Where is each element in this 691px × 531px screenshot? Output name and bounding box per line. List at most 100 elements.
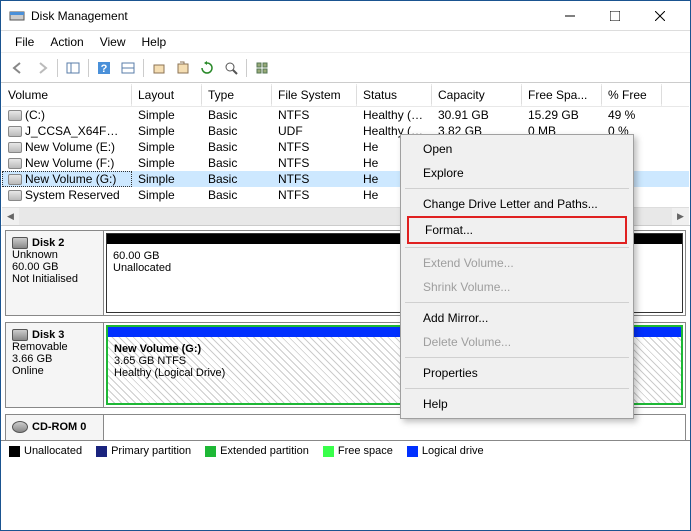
window-title: Disk Management bbox=[31, 9, 547, 23]
cell-type: Basic bbox=[202, 155, 272, 171]
cell-free: 15.29 GB bbox=[522, 107, 602, 123]
cell-layout: Simple bbox=[132, 139, 202, 155]
maximize-button[interactable] bbox=[592, 2, 637, 30]
scroll-right-icon[interactable]: ▶ bbox=[672, 208, 689, 225]
cell-fs: NTFS bbox=[272, 107, 357, 123]
cell-fs: NTFS bbox=[272, 187, 357, 203]
col-filesystem[interactable]: File System bbox=[272, 84, 357, 106]
close-button[interactable] bbox=[637, 2, 682, 30]
cell-type: Basic bbox=[202, 107, 272, 123]
cell-capacity: 30.91 GB bbox=[432, 107, 522, 123]
volume-row[interactable]: (C:) SimpleBasicNTFSHealthy (B...30.91 GB… bbox=[2, 107, 689, 123]
disk-state: Unknown bbox=[12, 249, 97, 261]
volume-name: (C:) bbox=[25, 108, 45, 122]
cell-type: Basic bbox=[202, 171, 272, 187]
menu-help[interactable]: Help bbox=[134, 33, 175, 51]
disk-state: Removable bbox=[12, 341, 97, 353]
ctx-format[interactable]: Format... bbox=[409, 218, 625, 242]
disk-icon bbox=[12, 329, 28, 341]
action2-icon[interactable] bbox=[172, 57, 194, 79]
ctx-open[interactable]: Open bbox=[403, 137, 631, 161]
cell-layout: Simple bbox=[132, 155, 202, 171]
legend-swatch-primary bbox=[96, 446, 107, 457]
title-bar: Disk Management bbox=[1, 1, 690, 31]
minimize-button[interactable] bbox=[547, 2, 592, 30]
ctx-delete-volume: Delete Volume... bbox=[403, 330, 631, 354]
action4-icon[interactable] bbox=[251, 57, 273, 79]
ctx-separator bbox=[405, 388, 629, 389]
cell-layout: Simple bbox=[132, 171, 202, 187]
drive-icon bbox=[8, 110, 22, 121]
disk-online: Online bbox=[12, 365, 97, 377]
show-hide-icon[interactable] bbox=[62, 57, 84, 79]
cell-type: Basic bbox=[202, 123, 272, 139]
col-status[interactable]: Status bbox=[357, 84, 432, 106]
cell-layout: Simple bbox=[132, 107, 202, 123]
toolbar-separator bbox=[246, 59, 247, 77]
cell-fs: NTFS bbox=[272, 155, 357, 171]
col-pctfree[interactable]: % Free bbox=[602, 84, 662, 106]
ctx-add-mirror[interactable]: Add Mirror... bbox=[403, 306, 631, 330]
ctx-explore[interactable]: Explore bbox=[403, 161, 631, 185]
action1-icon[interactable] bbox=[148, 57, 170, 79]
action3-icon[interactable] bbox=[220, 57, 242, 79]
col-freespace[interactable]: Free Spa... bbox=[522, 84, 602, 106]
drive-icon bbox=[8, 190, 22, 201]
disk-name: Disk 2 bbox=[32, 237, 64, 249]
context-menu: Open Explore Change Drive Letter and Pat… bbox=[400, 134, 634, 419]
col-capacity[interactable]: Capacity bbox=[432, 84, 522, 106]
menu-file[interactable]: File bbox=[7, 33, 42, 51]
volume-name: New Volume (F:) bbox=[25, 156, 114, 170]
format-highlight: Format... bbox=[407, 216, 627, 244]
forward-button[interactable] bbox=[31, 57, 53, 79]
menu-bar: File Action View Help bbox=[1, 31, 690, 53]
disk-label: Disk 3 Removable 3.66 GB Online bbox=[6, 323, 104, 407]
legend-label: Free space bbox=[338, 445, 393, 457]
legend-swatch-logical bbox=[407, 446, 418, 457]
help-icon[interactable]: ? bbox=[93, 57, 115, 79]
disk-label: CD-ROM 0 bbox=[6, 415, 104, 440]
volume-name: System Reserved bbox=[25, 188, 120, 202]
disk-size: 3.66 GB bbox=[12, 353, 97, 365]
toolbar-separator bbox=[57, 59, 58, 77]
ctx-properties[interactable]: Properties bbox=[403, 361, 631, 385]
cell-fs: NTFS bbox=[272, 171, 357, 187]
disk-init: Not Initialised bbox=[12, 273, 97, 285]
volume-name: New Volume (G:) bbox=[25, 172, 116, 186]
ctx-help[interactable]: Help bbox=[403, 392, 631, 416]
cell-fs: NTFS bbox=[272, 139, 357, 155]
legend-swatch-freespace bbox=[323, 446, 334, 457]
drive-icon bbox=[8, 142, 22, 153]
col-layout[interactable]: Layout bbox=[132, 84, 202, 106]
disk-label: Disk 2 Unknown 60.00 GB Not Initialised bbox=[6, 231, 104, 315]
toolbar: ? bbox=[1, 53, 690, 83]
app-icon bbox=[9, 8, 25, 24]
ctx-separator bbox=[405, 357, 629, 358]
drive-icon bbox=[8, 174, 22, 185]
disk-size: 60.00 GB bbox=[12, 261, 97, 273]
settings-icon[interactable] bbox=[117, 57, 139, 79]
toolbar-separator bbox=[143, 59, 144, 77]
back-button[interactable] bbox=[7, 57, 29, 79]
scroll-left-icon[interactable]: ◀ bbox=[2, 208, 19, 225]
svg-text:?: ? bbox=[101, 63, 108, 75]
cdrom-icon bbox=[12, 421, 28, 433]
cell-fs: UDF bbox=[272, 123, 357, 139]
legend-label: Unallocated bbox=[24, 445, 82, 457]
disk-name: Disk 3 bbox=[32, 329, 64, 341]
menu-action[interactable]: Action bbox=[42, 33, 91, 51]
drive-icon bbox=[8, 158, 22, 169]
legend-swatch-extended bbox=[205, 446, 216, 457]
ctx-change-letter[interactable]: Change Drive Letter and Paths... bbox=[403, 192, 631, 216]
drive-icon bbox=[8, 126, 22, 137]
legend-label: Extended partition bbox=[220, 445, 309, 457]
col-volume[interactable]: Volume bbox=[2, 84, 132, 106]
refresh-icon[interactable] bbox=[196, 57, 218, 79]
cell-pfree: 49 % bbox=[602, 107, 662, 123]
ctx-extend: Extend Volume... bbox=[403, 251, 631, 275]
ctx-separator bbox=[405, 188, 629, 189]
ctx-shrink: Shrink Volume... bbox=[403, 275, 631, 299]
col-type[interactable]: Type bbox=[202, 84, 272, 106]
cell-status: Healthy (B... bbox=[357, 107, 432, 123]
menu-view[interactable]: View bbox=[92, 33, 134, 51]
